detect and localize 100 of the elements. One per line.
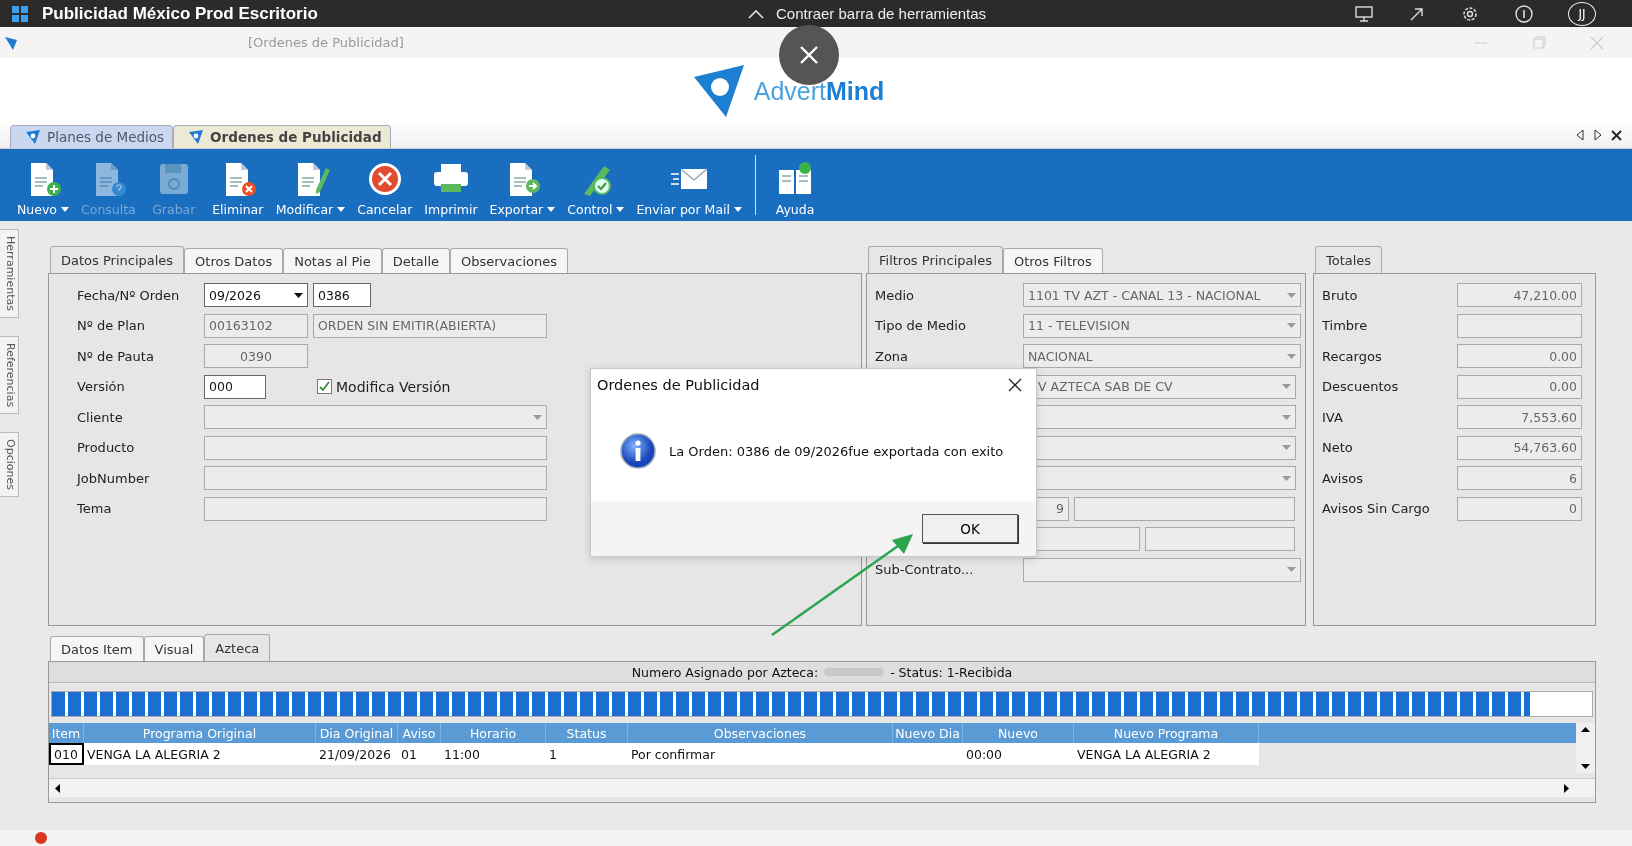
scroll-left-icon [55,783,60,793]
logo-text: AdvertMind [753,76,885,106]
dropdown-arrow-icon [1282,475,1291,481]
scroll-right-icon[interactable] [1593,129,1603,141]
app-title: Publicidad México Prod Escritorio [42,3,319,24]
close-icon[interactable] [1611,129,1622,141]
ok-button[interactable]: OK [922,514,1018,543]
dropdown-arrow-icon [1282,414,1291,420]
side-tab[interactable]: Herramientas [0,229,19,318]
field-label: JobNumber [75,470,151,486]
input-field[interactable]: 0386 [313,283,371,308]
input-field[interactable]: 000 [204,374,266,399]
table-cell[interactable]: 21/09/2026 [316,743,398,765]
dialog-message: La Orden: 0386 de 09/2026fue exportada con exito [669,443,1004,459]
monitor-icon[interactable] [1354,4,1374,23]
scroll-left-icon[interactable] [1575,129,1585,141]
tab[interactable]: Visual [143,636,205,661]
tab[interactable]: Detalle [381,248,450,273]
check-icon [319,381,330,393]
document-tab[interactable]: Planes de Medios [10,125,174,148]
field-label: Nº de Plan [76,318,147,334]
status-text: - Status: 1-Recibida [890,664,1013,680]
tab[interactable]: Notas al Pie [283,248,382,273]
table-cell[interactable]: 01 [398,743,441,765]
table-cell[interactable]: 010 [49,743,84,765]
info-icon [619,432,657,470]
side-tab[interactable]: Opciones [0,432,19,498]
side-tab[interactable]: Referencias [0,335,19,415]
field-label: Nº de Pauta [76,348,155,364]
field-label: Bruto [1322,287,1359,303]
input-field: 7,553.60 [1457,405,1582,430]
table-cell[interactable]: 11:00 [441,743,546,765]
tab[interactable]: Filtros Principales [868,246,1003,273]
table-cell[interactable]: Por confirmar [628,743,893,765]
field-label: Zona [875,348,910,364]
field-label: Medio [875,287,916,303]
dropdown-arrow-icon [294,292,303,298]
table-cell[interactable]: VENGA LA ALEGRIA 2 [1074,743,1259,765]
collapse-toolbar-button[interactable]: Contraer barra de herramientas [748,5,987,22]
field-label: Avisos Sin Cargo [1322,501,1431,517]
field-label: Cliente [76,409,124,425]
input-field: 0 [1457,496,1582,521]
dropdown-arrow-icon [1282,445,1291,451]
close-icon[interactable] [1008,378,1022,392]
tab[interactable]: Totales [1315,246,1383,273]
tab[interactable]: Azteca [204,634,271,661]
tab[interactable]: Observaciones [450,248,568,273]
app-icon [4,34,18,51]
field-label: Recargos [1322,348,1383,364]
dropdown-arrow-icon [1287,567,1296,573]
toolbar-button[interactable]: Control [562,149,630,221]
field-label: Descuentos [1322,379,1400,395]
chevron-up-icon [748,8,764,19]
toolbar-button[interactable]: Enviar por Mail [631,149,747,221]
window-title: [Ordenes de Publicidad] [248,35,404,50]
close-icon [799,45,819,65]
field-label: Producto [76,440,136,456]
dropdown-arrow-icon [1287,323,1296,329]
field-label: Tipo de Medio [875,318,967,334]
input-field: 0.00 [1457,344,1582,369]
toolbar-button[interactable]: Nuevo [12,149,74,221]
maximize-icon[interactable] [1532,35,1546,50]
input-field: 54,763.60 [1457,435,1582,460]
status-text: Numero Asignado por Azteca: [631,664,819,680]
field-label: Fecha/Nº Orden [76,287,181,303]
dialog-title: Ordenes de Publicidad [597,377,760,393]
toolbar-button[interactable]: Modificar [270,149,351,221]
info-icon[interactable] [1514,3,1534,24]
app-icon [25,129,41,145]
toolbar-button[interactable]: Eliminar [206,149,269,221]
dropdown-arrow-icon [1287,353,1296,359]
table-cell[interactable]: 00:00 [963,743,1074,765]
field-label: IVA [1322,409,1344,425]
field-label: Versión [76,379,126,395]
dropdown-arrow-icon [533,414,542,420]
dropdown-field[interactable]: 09/2026 [204,283,308,308]
toolbar-button[interactable]: Ayuda [764,149,826,221]
app-icon [188,129,205,145]
table-cell[interactable]: 1 [546,743,628,765]
status-dot-icon [34,831,48,845]
tab[interactable]: Datos Item [50,636,144,661]
horizontal-scrollbar[interactable] [49,778,1595,797]
windows-icon [12,5,28,22]
tab[interactable]: Otros Filtros [1002,248,1103,273]
scroll-right-icon [1564,783,1569,793]
input-field: 47,210.00 [1457,283,1582,308]
input-field: 6 [1457,466,1582,491]
document-tab[interactable]: Ordenes de Publicidad [173,125,391,148]
toolbar-button[interactable]: Exportar [484,149,561,221]
dropdown-arrow-icon [1287,292,1296,298]
checkbox[interactable]: Modifica Versión [317,378,451,395]
toolbar-button[interactable]: Imprimir [419,149,483,221]
tab[interactable]: Otros Datos [184,248,284,273]
dropdown-arrow-icon [1282,384,1291,390]
scroll-up-icon [1581,727,1590,732]
vertical-scrollbar[interactable] [1576,723,1595,773]
tab[interactable]: Datos Principales [50,246,185,273]
toolbar-button[interactable]: Cancelar [352,149,418,221]
table-cell[interactable]: VENGA LA ALEGRIA 2 [84,743,316,765]
field-label: Timbre [1322,318,1369,334]
